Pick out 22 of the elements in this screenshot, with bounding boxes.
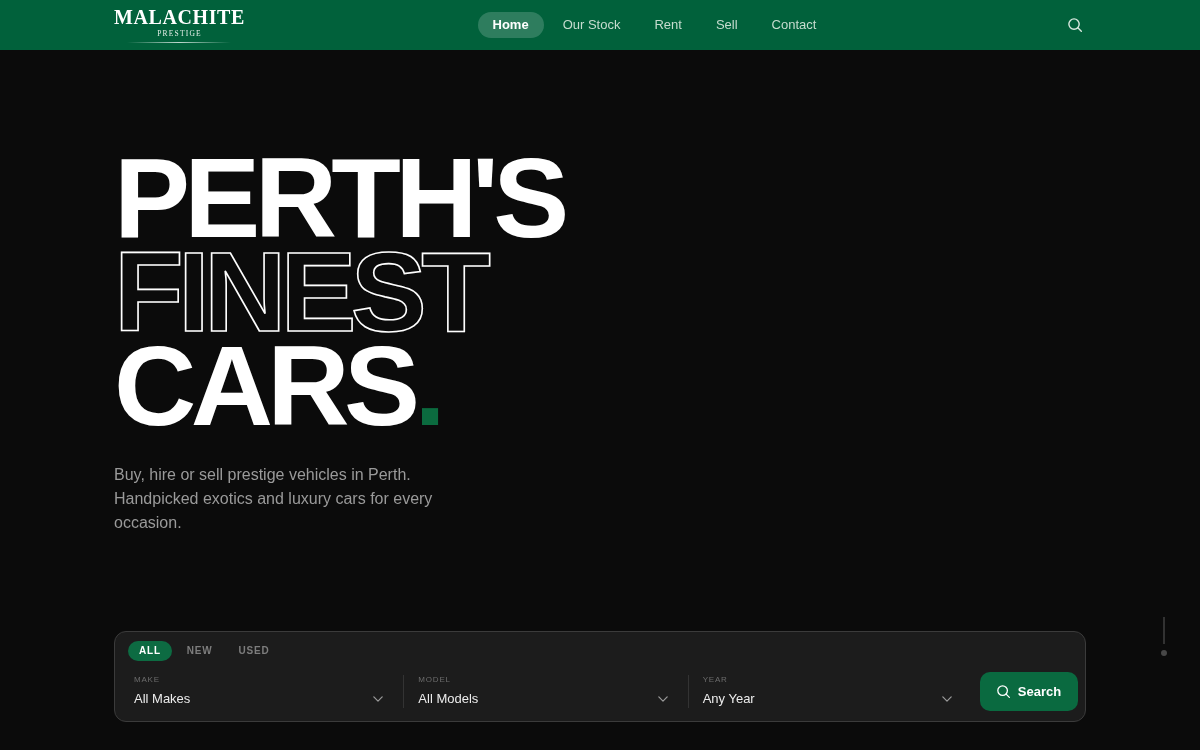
filter-tab[interactable]: USED	[227, 641, 281, 661]
search-icon	[996, 685, 1010, 698]
search-button[interactable]: Search	[980, 672, 1078, 711]
nav-link[interactable]: Sell	[700, 12, 753, 38]
field-label: MAKE	[134, 675, 161, 685]
scroll-indicator-icon	[1161, 617, 1167, 657]
filter-tab[interactable]: NEW	[175, 641, 224, 661]
nav-link[interactable]: Contact	[756, 12, 832, 38]
nav-link[interactable]: Rent	[639, 12, 697, 38]
chevron-down-icon	[657, 696, 668, 702]
chevron-down-icon	[373, 696, 384, 702]
hero-subtitle: Buy, hire or sell prestige vehicles in Perth. Handpicked exotics and luxury cars for every occasion.	[114, 465, 434, 533]
chevron-down-icon	[942, 696, 952, 702]
field-label: MODEL	[418, 675, 452, 685]
field-label: YEAR	[702, 675, 729, 685]
nav-link[interactable]: Our Stock	[547, 12, 636, 38]
search-icon	[1068, 18, 1082, 32]
dropdown-select[interactable]: Any Year	[702, 690, 952, 708]
dropdown-select[interactable]: All Models	[418, 690, 668, 708]
filter-tab[interactable]: ALL	[128, 641, 172, 661]
nav-link[interactable]: Home	[477, 12, 544, 38]
dropdown-select[interactable]: All Makes	[134, 690, 384, 708]
